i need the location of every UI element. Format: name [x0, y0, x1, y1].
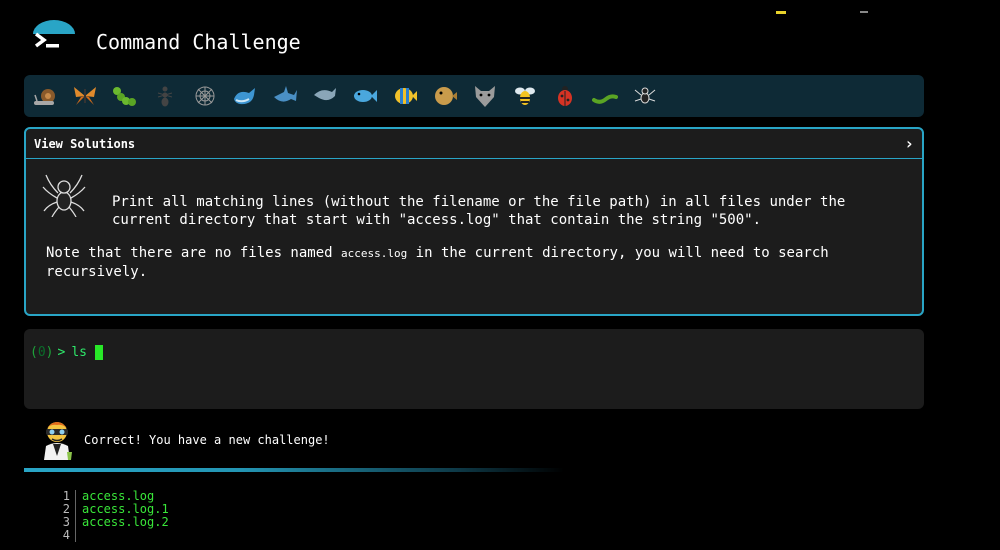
prompt-arrow: >: [57, 345, 66, 360]
challenge-description: Print all matching lines (without the fi…: [112, 194, 846, 228]
level-icon-bar: [24, 75, 924, 117]
tropical-fish-icon[interactable]: [392, 83, 418, 109]
line-text: [75, 529, 82, 542]
chevron-right-icon[interactable]: ›: [904, 134, 914, 153]
output-line: 3 access.log.2: [24, 516, 624, 529]
blowfish-icon[interactable]: [432, 83, 458, 109]
top-decoration: [772, 0, 872, 14]
prompt-close-paren: ): [45, 345, 54, 360]
page-title: Command Challenge: [96, 30, 301, 54]
worm-icon[interactable]: [592, 83, 618, 109]
snail-icon[interactable]: [32, 83, 58, 109]
text-cursor: [94, 345, 103, 360]
wolf-icon[interactable]: [472, 83, 498, 109]
note-text-before: Note that there are no files named: [46, 245, 342, 261]
prompt-open-paren: (: [30, 345, 38, 360]
ladybug-icon[interactable]: [552, 83, 578, 109]
command-input[interactable]: ls: [71, 345, 87, 360]
status-message: Correct! You have a new challenge!: [84, 433, 330, 447]
ant-icon[interactable]: [152, 83, 178, 109]
prompt-line: (0) > ls: [30, 345, 103, 360]
prompt-exit-status: 0: [37, 345, 46, 360]
progress-divider: [24, 468, 564, 472]
line-number: 4: [62, 528, 70, 542]
terminal-input-area[interactable]: (0) > ls: [24, 329, 924, 409]
whale-icon[interactable]: [232, 83, 258, 109]
challenge-panel: View Solutions › Print all matching line…: [24, 127, 924, 316]
avatar: [38, 416, 76, 462]
view-solutions-toggle[interactable]: View Solutions ›: [26, 129, 922, 159]
shark-icon[interactable]: [272, 83, 298, 109]
output-line: 4: [24, 529, 624, 542]
command-output: 1 access.log 2 access.log.1 3 access.log.2 4: [24, 490, 624, 542]
caterpillar-icon[interactable]: [112, 83, 138, 109]
butterfly-icon[interactable]: [72, 83, 98, 109]
bee-icon[interactable]: [512, 83, 538, 109]
spiderweb-icon[interactable]: [192, 83, 218, 109]
line-text: access.log.2: [75, 516, 169, 529]
dolphin-icon[interactable]: [312, 83, 338, 109]
note-code: access.log: [341, 247, 408, 260]
spider-icon: [42, 171, 86, 218]
terminal-logo-icon: [28, 14, 80, 58]
challenge-note: Note that there are no files named acces…: [46, 244, 896, 281]
spider-icon[interactable]: [632, 83, 658, 109]
fish-icon[interactable]: [352, 83, 378, 109]
view-solutions-label: View Solutions: [34, 136, 136, 151]
